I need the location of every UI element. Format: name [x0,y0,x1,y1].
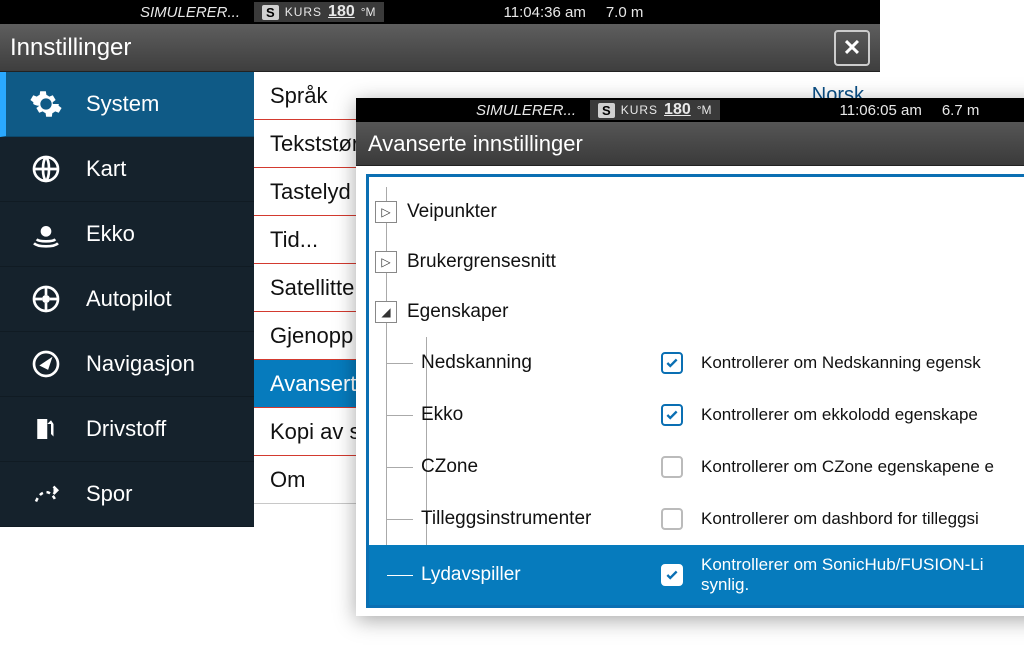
list-item-label: Om [270,467,305,493]
feature-description: Kontrollerer om dashbord for tilleggsi [701,509,979,529]
heading-box: S KURS 180 °M [254,2,384,22]
sidebar-item-label: System [86,91,159,117]
titlebar: Innstillinger ✕ [0,24,880,72]
tree-connector [387,363,413,364]
wheel-icon [28,281,64,317]
feature-row-addon-instr[interactable]: Tilleggsinstrumenter Kontrollerer om das… [369,493,1024,545]
globe-icon [28,151,64,187]
close-button[interactable]: ✕ [834,30,870,66]
list-item-label: Avansert [270,371,356,397]
status-bar-back: SIMULERER... S KURS 180 °M 11:04:36 am 7… [0,0,880,24]
feature-description: Kontrollerer om ekkolodd egenskape [701,405,978,425]
tree-connector [387,415,413,416]
tree-connector [387,519,413,520]
feature-name: Lydavspiller [421,564,661,586]
feature-name: Tilleggsinstrumenter [421,508,661,530]
simulator-label: SIMULERER... [140,4,240,21]
tree-node-features[interactable]: ◢ Egenskaper [369,287,1024,337]
expand-icon[interactable]: ▷ [375,201,397,223]
status-bar-front: SIMULERER... S KURS 180 °M 11:06:05 am 6… [356,98,1024,122]
list-item-label: Gjenopp [270,323,353,349]
tree-connector [387,467,413,468]
feature-name: CZone [421,456,661,478]
depth-readout: 7.0 m [606,4,644,21]
tree-node-label: Egenskaper [407,301,508,323]
checkbox[interactable] [661,508,683,530]
feature-row-downscan[interactable]: Nedskanning Kontrollerer om Nedskanning … [369,337,1024,389]
checkbox[interactable] [661,564,683,586]
clock: 11:04:36 am [504,4,586,21]
sidebar-item-label: Spor [86,481,132,507]
feature-row-czone[interactable]: CZone Kontrollerer om CZone egenskapene … [369,441,1024,493]
sidebar-item-tracks[interactable]: Spor [0,462,254,527]
checkbox[interactable] [661,352,683,374]
depth-readout: 6.7 m [942,102,980,119]
sidebar-item-label: Ekko [86,221,135,247]
feature-description: Kontrollerer om Nedskanning egensk [701,353,981,373]
feature-name: Nedskanning [421,352,661,374]
collapse-icon[interactable]: ◢ [375,301,397,323]
tree-panel: ▷ Veipunkter ▷ Brukergrensesnitt ◢ Egens… [366,174,1024,608]
list-item-label: Kopi av s [270,419,361,445]
simulator-label: SIMULERER... [476,102,576,119]
feature-description: Kontrollerer om SonicHub/FUSION-Li synli… [701,555,983,595]
close-icon: ✕ [843,35,861,61]
checkbox[interactable] [661,456,683,478]
sidebar-item-fuel[interactable]: Drivstoff [0,397,254,462]
heading-value: 180 [664,101,691,119]
feature-row-echo[interactable]: Ekko Kontrollerer om ekkolodd egenskape [369,389,1024,441]
sidebar-item-system[interactable]: System [0,72,254,137]
feature-description: Kontrollerer om CZone egenskapene e [701,457,994,477]
clock: 11:06:05 am [840,102,922,119]
sidebar-item-label: Kart [86,156,126,182]
fuel-icon [28,411,64,447]
window-title: Innstillinger [10,34,131,62]
tree-node-label: Veipunkter [407,201,497,223]
list-item-label: Tekststør [270,131,359,157]
sidebar-item-autopilot[interactable]: Autopilot [0,267,254,332]
titlebar: Avanserte innstillinger [356,122,1024,166]
advanced-settings-window: SIMULERER... S KURS 180 °M 11:06:05 am 6… [356,98,1024,616]
heading-source: S [598,103,615,118]
tree-node-waypoints[interactable]: ▷ Veipunkter [369,187,1024,237]
expand-icon[interactable]: ▷ [375,251,397,273]
sidebar-item-navigation[interactable]: Navigasjon [0,332,254,397]
heading-unit: °M [361,5,376,19]
sidebar-item-label: Drivstoff [86,416,166,442]
settings-sidebar: System Kart Ekko Autopilot Navigasjon Dr… [0,72,254,527]
list-item-label: Språk [270,83,327,109]
sidebar-item-chart[interactable]: Kart [0,137,254,202]
heading-value: 180 [328,3,355,21]
compass-icon [28,346,64,382]
heading-label: KURS [621,103,658,117]
list-item-label: Tid... [270,227,318,253]
list-item-label: Satellitte [270,275,354,301]
tree-node-ui[interactable]: ▷ Brukergrensesnitt [369,237,1024,287]
feature-name: Ekko [421,404,661,426]
gear-icon [28,86,64,122]
checkbox[interactable] [661,404,683,426]
sonar-icon [28,216,64,252]
list-item-label: Tastelyd [270,179,351,205]
sidebar-item-echo[interactable]: Ekko [0,202,254,267]
heading-unit: °M [697,103,712,117]
window-title: Avanserte innstillinger [368,131,583,157]
sidebar-item-label: Navigasjon [86,351,195,377]
sidebar-item-label: Autopilot [86,286,172,312]
heading-source: S [262,5,279,20]
feature-row-audio[interactable]: Lydavspiller Kontrollerer om SonicHub/FU… [369,545,1024,605]
heading-box: S KURS 180 °M [590,100,720,120]
track-icon [28,476,64,512]
heading-label: KURS [285,5,322,19]
tree-connector [387,575,413,576]
tree-node-label: Brukergrensesnitt [407,251,556,273]
